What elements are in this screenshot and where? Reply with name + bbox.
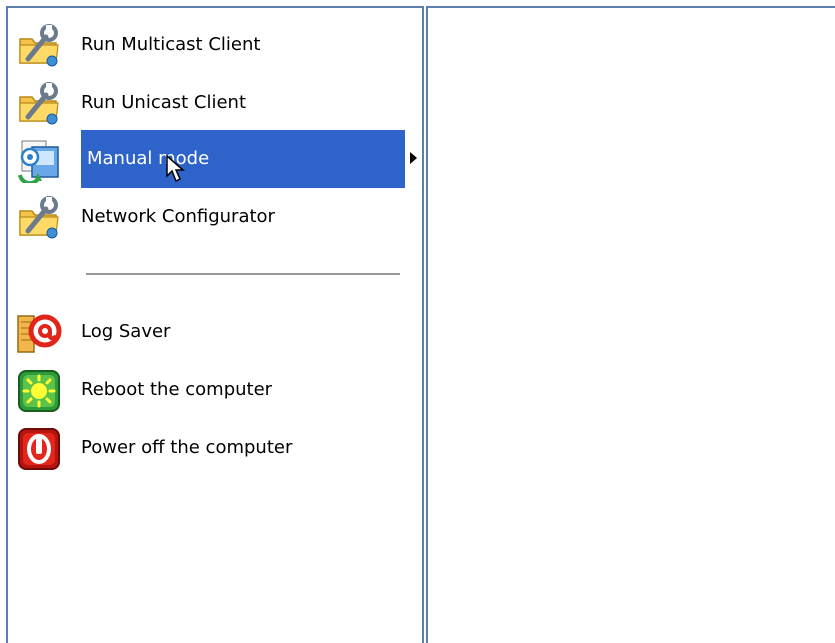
wrench-folder-icon xyxy=(16,23,62,69)
menu-item-label: Reboot the computer xyxy=(81,379,273,400)
power-off-icon xyxy=(16,426,62,472)
menu-item-power-off-the-computer[interactable]: Power off the computer xyxy=(8,419,418,477)
menu-item-label: Network Configurator xyxy=(81,206,275,227)
menu-item-reboot-the-computer[interactable]: Reboot the computer xyxy=(8,361,418,419)
menu-item-label: Log Saver xyxy=(81,321,171,342)
submenu-arrow-icon xyxy=(410,152,417,164)
menu-separator xyxy=(86,273,400,275)
menu-item-manual-mode[interactable]: Manual mode xyxy=(8,130,418,188)
menu-item-log-saver[interactable]: Log Saver xyxy=(8,303,418,361)
wrench-folder-icon xyxy=(16,81,62,127)
content-panel xyxy=(426,6,835,643)
menu-item-label: Manual mode xyxy=(87,148,210,169)
manual-mode-icon xyxy=(16,137,62,186)
reboot-icon xyxy=(16,368,62,414)
menu-item-run-unicast-client[interactable]: Run Unicast Client xyxy=(8,74,418,132)
mouse-pointer-icon xyxy=(165,154,189,184)
menu-item-label: Run Unicast Client xyxy=(81,92,247,113)
menu-item-run-multicast-client[interactable]: Run Multicast Client xyxy=(8,16,418,74)
menu-item-label: Run Multicast Client xyxy=(81,34,261,55)
menu-item-network-configurator[interactable]: Network Configurator xyxy=(8,188,418,246)
menu-item-label: Power off the computer xyxy=(81,437,293,458)
wrench-folder-icon xyxy=(16,195,62,241)
log-saver-icon xyxy=(16,310,62,356)
main-menu-panel: Run Multicast Client Run Unicast Client xyxy=(6,6,424,643)
